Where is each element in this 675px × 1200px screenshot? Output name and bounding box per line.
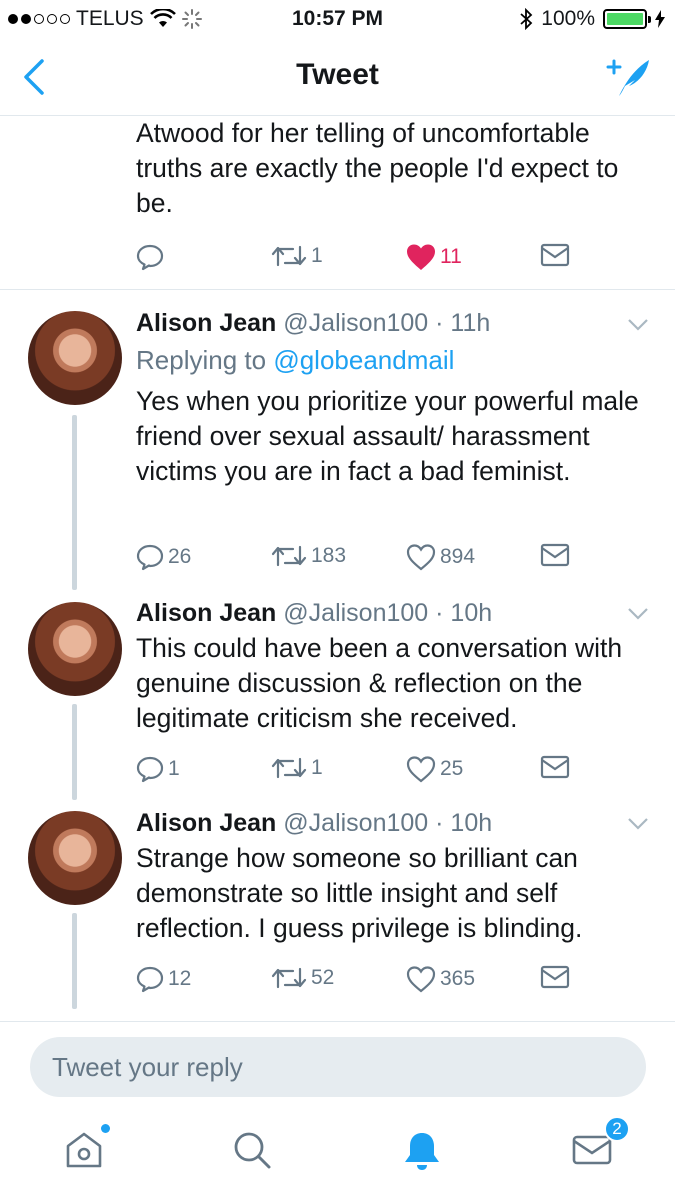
retweet-count: 1 <box>311 756 323 779</box>
dm-button[interactable] <box>540 965 570 989</box>
reply-icon <box>136 756 164 783</box>
retweet-button[interactable]: 1 <box>271 243 323 269</box>
mail-icon <box>540 543 570 567</box>
reply-box[interactable] <box>30 1037 646 1097</box>
display-name[interactable]: Alison Jean <box>136 809 276 837</box>
thread-line <box>72 415 77 590</box>
avatar[interactable] <box>28 311 122 405</box>
thread-line <box>72 913 77 1009</box>
replying-to-link[interactable]: @globeandmail <box>273 345 454 375</box>
heart-icon <box>406 966 436 993</box>
retweet-count: 183 <box>311 544 347 567</box>
thread-line <box>72 704 77 800</box>
handle[interactable]: @Jalison100 <box>283 809 428 837</box>
status-bar: TELUS 10:57 PM 100% <box>0 0 675 38</box>
home-icon <box>66 1132 102 1168</box>
search-icon <box>234 1132 271 1169</box>
heart-icon <box>406 544 436 571</box>
like-count: 365 <box>440 967 476 990</box>
battery-icon <box>603 9 651 29</box>
messages-badge: 2 <box>604 1116 630 1142</box>
retweet-icon <box>271 967 307 989</box>
like-button[interactable]: 365 <box>406 965 475 993</box>
chevron-down-icon[interactable] <box>627 318 649 332</box>
charging-icon <box>655 10 665 28</box>
display-name[interactable]: Alison Jean <box>136 309 276 337</box>
tweet-text: This could have been a conversation with… <box>136 633 623 733</box>
retweet-button[interactable]: 1 <box>271 755 323 781</box>
dm-button[interactable] <box>540 543 570 567</box>
nav-bar: Tweet <box>0 38 675 116</box>
like-button[interactable]: 894 <box>406 543 475 571</box>
tab-messages[interactable]: 2 <box>570 1116 630 1176</box>
tweet-text: Yes when you prioritize your powerful ma… <box>136 386 639 486</box>
like-button[interactable]: 11 <box>406 243 462 271</box>
tweet-header: Alison Jean @Jalison100 · 10h <box>136 599 492 628</box>
mail-icon <box>540 243 570 267</box>
timestamp: · 10h <box>435 599 493 627</box>
reply-button[interactable]: 12 <box>136 965 191 993</box>
status-right: 100% <box>519 7 665 31</box>
handle[interactable]: @Jalison100 <box>283 599 428 627</box>
timestamp: · 10h <box>435 809 493 837</box>
reply-count: 12 <box>168 967 192 990</box>
retweet-icon <box>271 545 307 567</box>
chevron-down-icon[interactable] <box>627 817 649 831</box>
heart-icon <box>406 756 436 783</box>
retweet-icon <box>271 757 307 779</box>
compose-tweet-icon[interactable] <box>603 54 653 100</box>
tweet-header: Alison Jean @Jalison100 · 10h <box>136 809 492 838</box>
mail-icon <box>540 755 570 779</box>
replying-to: Replying to @globeandmail <box>136 345 454 376</box>
tab-home[interactable] <box>62 1124 110 1176</box>
tab-search[interactable] <box>230 1128 278 1176</box>
partial-tweet-text: Atwood for her telling of uncomfortable … <box>136 118 619 218</box>
divider <box>0 1021 675 1022</box>
like-count: 11 <box>440 245 462 268</box>
like-count: 894 <box>440 545 476 568</box>
tab-bar: 2 <box>0 1110 675 1200</box>
reply-input[interactable] <box>30 1037 646 1097</box>
retweet-button[interactable]: 52 <box>271 965 334 991</box>
like-button[interactable]: 25 <box>406 755 463 783</box>
retweet-count: 52 <box>311 966 335 989</box>
reply-count: 26 <box>168 545 192 568</box>
dm-button[interactable] <box>540 755 570 779</box>
divider <box>0 289 675 290</box>
avatar[interactable] <box>28 811 122 905</box>
tab-notifications[interactable] <box>400 1128 448 1176</box>
reply-icon <box>136 966 164 993</box>
mail-icon <box>540 965 570 989</box>
reply-button[interactable] <box>136 243 164 271</box>
page-title: Tweet <box>296 58 379 91</box>
tweet-header: Alison Jean @Jalison100 · 11h <box>136 309 490 338</box>
chevron-down-icon[interactable] <box>627 607 649 621</box>
handle[interactable]: @Jalison100 <box>283 309 428 337</box>
notifications-bell-icon <box>405 1133 439 1170</box>
bluetooth-icon <box>520 8 533 30</box>
reply-button[interactable]: 1 <box>136 755 180 783</box>
battery-percent: 100% <box>541 7 595 30</box>
timestamp: · 11h <box>435 309 491 337</box>
like-count: 25 <box>440 757 464 780</box>
avatar[interactable] <box>28 602 122 696</box>
display-name[interactable]: Alison Jean <box>136 599 276 627</box>
reply-count: 1 <box>168 757 180 780</box>
retweet-button[interactable]: 183 <box>271 543 346 569</box>
retweet-icon <box>271 245 307 267</box>
tweet-text: Strange how someone so brilliant can dem… <box>136 843 583 943</box>
reply-icon <box>136 244 164 271</box>
new-content-dot <box>101 1124 110 1133</box>
dm-button[interactable] <box>540 243 570 267</box>
retweet-count: 1 <box>311 244 323 267</box>
reply-icon <box>136 544 164 571</box>
reply-button[interactable]: 26 <box>136 543 191 571</box>
replying-label: Replying to <box>136 345 267 375</box>
heart-filled-icon <box>407 244 435 270</box>
